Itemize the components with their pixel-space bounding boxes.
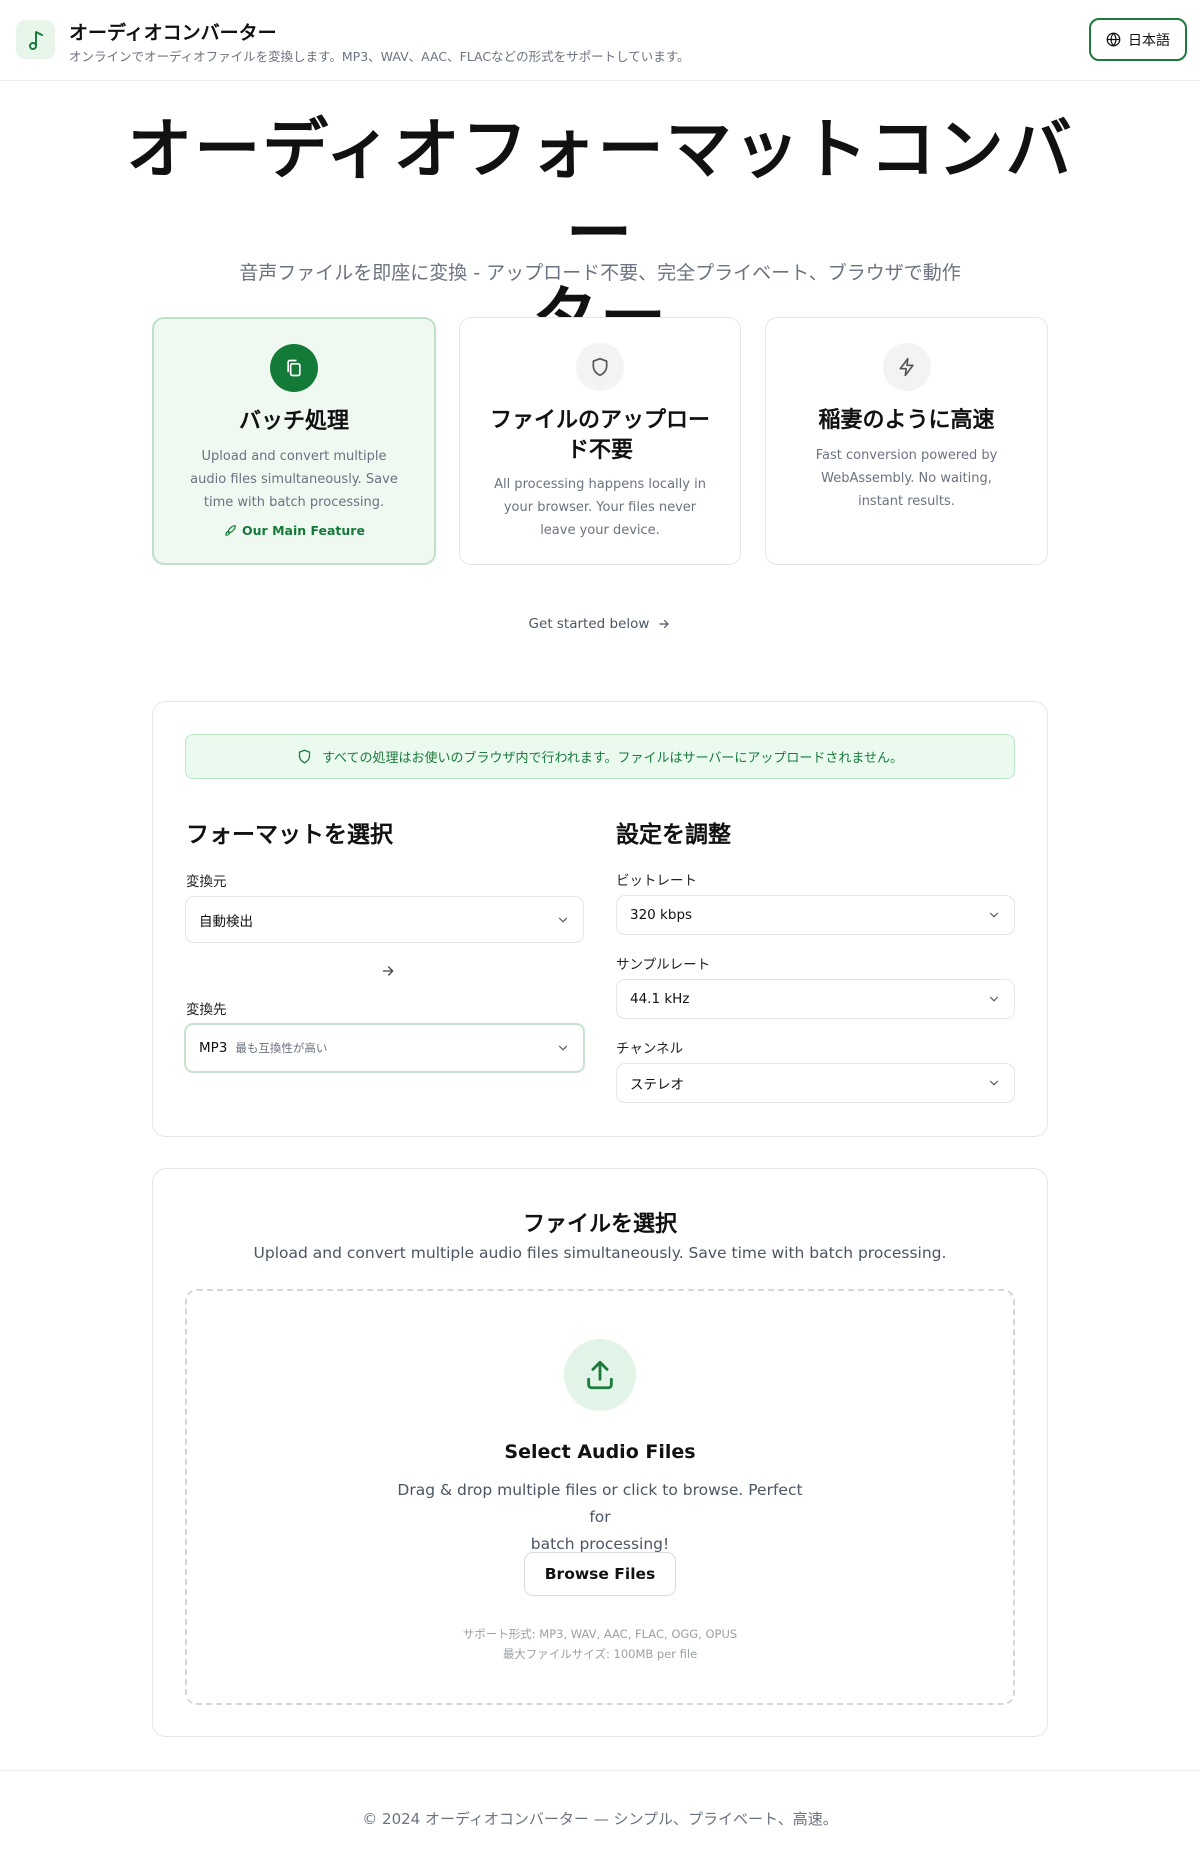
feature-description: Upload and convert multiple audio files … (190, 449, 398, 510)
to-format-value: MP3 (199, 1040, 228, 1056)
feature-card-fast[interactable]: 稲妻のように高速 Fast conversion powered by WebA… (765, 317, 1048, 565)
privacy-notice: すべての処理はお使いのブラウザ内で行われます。ファイルはサーバーにアップロードさ… (185, 734, 1015, 779)
bitrate-value: 320 kbps (630, 907, 693, 923)
main-feature-label: Our Main Feature (242, 523, 365, 538)
dropzone-description-line-1: Drag & drop multiple files or click to b… (397, 1481, 803, 1526)
get-started-label: Get started below (528, 616, 650, 632)
upload-section-title: ファイルを選択 (522, 1212, 677, 1237)
channel-value: ステレオ (630, 1077, 684, 1093)
feature-description: Fast conversion powered by WebAssembly. … (815, 448, 998, 509)
from-format-select[interactable]: 自動検出 (185, 896, 584, 943)
feature-title: ファイルのアップロード不要 (490, 408, 711, 463)
get-started-link[interactable]: Get started below (500, 616, 700, 632)
max-size-note: 最大ファイルサイズ: 100MB per file (502, 1647, 698, 1661)
upload-icon (564, 1339, 636, 1411)
feature-title: 稲妻のように高速 (818, 408, 995, 433)
from-format-label: 変換元 (186, 874, 227, 890)
arrow-right-icon (377, 960, 399, 982)
channel-select[interactable]: ステレオ (616, 1063, 1015, 1103)
browse-files-button[interactable]: Browse Files (524, 1552, 676, 1596)
format-section-title: フォーマットを選択 (186, 822, 393, 848)
privacy-notice-text: すべての処理はお使いのブラウザ内で行われます。ファイルはサーバーにアップロードさ… (321, 751, 904, 766)
chevron-down-icon (556, 913, 570, 927)
feature-card-no-upload[interactable]: ファイルのアップロード不要 All processing happens loc… (459, 317, 741, 565)
footer-text: © 2024 オーディオコンバーター — シンプル、プライベート、高速。 (362, 1810, 838, 1828)
feature-card-batch[interactable]: バッチ処理 Upload and convert multiple audio … (152, 317, 436, 565)
to-format-note: 最も互換性が高い (235, 1041, 328, 1055)
chevron-down-icon (556, 1041, 570, 1055)
settings-section-title: 設定を調整 (616, 822, 731, 848)
bitrate-label: ビットレート (616, 873, 697, 889)
file-upload-card: ファイルを選択 Upload and convert multiple audi… (152, 1168, 1048, 1737)
page-title-line-1: オーディオフォーマットコンバー (126, 111, 1074, 272)
main-feature-tag: Our Main Feature (154, 523, 434, 538)
supported-formats-note: サポート形式: MP3, WAV, AAC, FLAC, OGG, OPUS (462, 1627, 738, 1641)
samplerate-value: 44.1 kHz (630, 991, 690, 1007)
dropzone-description: Drag & drop multiple files or click to b… (387, 1477, 813, 1558)
to-format-label: 変換先 (186, 1002, 227, 1018)
feature-description: All processing happens locally in your b… (494, 477, 706, 538)
bitrate-select[interactable]: 320 kbps (616, 895, 1015, 935)
channel-label: チャンネル (616, 1041, 684, 1057)
chevron-down-icon (987, 908, 1001, 922)
feature-title: バッチ処理 (238, 409, 349, 434)
language-button[interactable]: 日本語 (1089, 18, 1187, 61)
language-label: 日本語 (1128, 32, 1170, 49)
lightning-icon (882, 343, 931, 391)
copy-files-icon (270, 344, 318, 392)
chevron-down-icon (987, 992, 1001, 1006)
music-note-icon (16, 20, 55, 59)
app-title: オーディオコンバーター (69, 22, 277, 44)
samplerate-select[interactable]: 44.1 kHz (616, 979, 1015, 1019)
footer: © 2024 オーディオコンバーター — シンプル、プライベート、高速。 (0, 1770, 1200, 1860)
globe-icon (1106, 32, 1121, 47)
arrow-right-icon (657, 617, 671, 631)
page-subtitle: 音声ファイルを即座に変換 - アップロード不要、完全プライベート、ブラウザで動作 (239, 262, 961, 284)
samplerate-label: サンプルレート (616, 957, 711, 973)
app-subtitle: オンラインでオーディオファイルを変換します。MP3、WAV、AAC、FLACなど… (69, 49, 690, 64)
chevron-down-icon (987, 1076, 1001, 1090)
shield-icon (297, 749, 312, 764)
converter-settings-card: すべての処理はお使いのブラウザ内で行われます。ファイルはサーバーにアップロードさ… (152, 701, 1048, 1137)
app-header: オーディオコンバーター オンラインでオーディオファイルを変換します。MP3、WA… (0, 0, 1200, 81)
dropzone-title: Select Audio Files (504, 1441, 696, 1463)
to-format-select[interactable]: MP3 最も互換性が高い (184, 1023, 585, 1073)
shield-icon (576, 343, 624, 391)
file-dropzone[interactable]: Select Audio Files Drag & drop multiple … (185, 1289, 1015, 1705)
from-format-value: 自動検出 (199, 913, 253, 930)
rocket-icon (223, 524, 237, 538)
upload-section-subtitle: Upload and convert multiple audio files … (253, 1244, 947, 1262)
